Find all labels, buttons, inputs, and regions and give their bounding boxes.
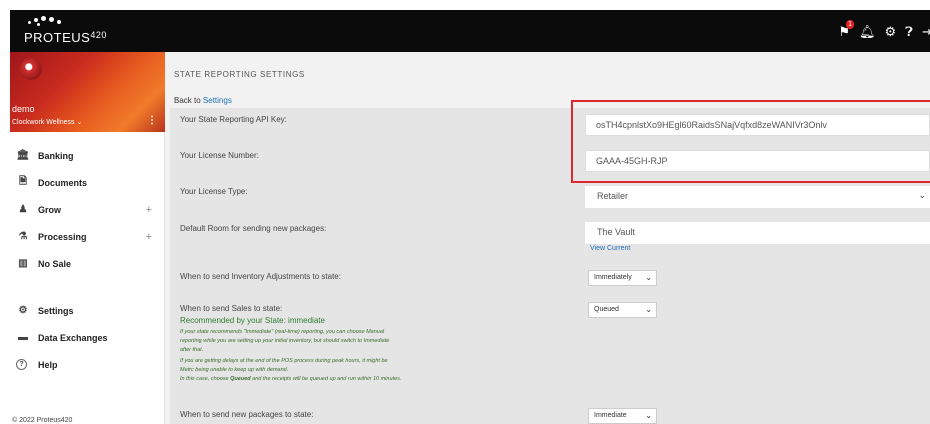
inventory-adjustments-value: Immediately: [594, 274, 632, 281]
chevron-down-icon: ⌄: [645, 411, 652, 420]
license-type-select[interactable]: Retailer ⌄: [585, 186, 930, 208]
exchange-icon: ▬: [18, 332, 28, 343]
sales-select[interactable]: Queued ⌄: [588, 302, 657, 318]
sales-recommendation: Recommended by your State: immediate: [180, 316, 325, 325]
chevron-down-icon: ⌄: [645, 273, 652, 282]
default-room-select[interactable]: The Vault: [585, 222, 930, 244]
profile-menu-icon[interactable]: ⋮: [147, 115, 157, 126]
flag-icon[interactable]: ⚑ 1: [838, 19, 854, 38]
license-number-label: Your License Number:: [180, 151, 259, 160]
sales-label: When to send Sales to state:: [180, 304, 283, 313]
license-type-label: Your License Type:: [180, 187, 248, 196]
sidebar-item-label: Help: [38, 359, 58, 370]
sidebar: demo Clockwork Wellness ⌄ ⋮ 🏛 Banking 🗎 Do…: [10, 52, 165, 424]
avatar[interactable]: [20, 58, 42, 80]
username: demo: [12, 104, 35, 114]
sidebar-item-label: Data Exchanges: [38, 332, 108, 343]
company-selector[interactable]: Clockwork Wellness ⌄: [12, 118, 82, 126]
note-emphasis: Queued: [230, 376, 251, 382]
api-key-label: Your State Reporting API Key:: [180, 115, 287, 124]
no-sale-icon: ▥: [18, 258, 28, 269]
sidebar-item-label: Processing: [38, 231, 87, 242]
chevron-down-icon: ⌄: [918, 190, 926, 200]
sidebar-item-label: No Sale: [38, 258, 72, 269]
note-text: and the receipts will be queued up and r…: [252, 376, 402, 382]
bank-icon: 🏛: [16, 150, 30, 161]
sidebar-item-banking[interactable]: 🏛 Banking: [10, 142, 164, 169]
expand-icon[interactable]: +: [146, 204, 152, 216]
bell-icon[interactable]: 🔔︎: [859, 25, 876, 38]
note-text: In this case, choose: [180, 376, 229, 382]
inventory-adjustments-select[interactable]: Immediately ⌄: [588, 270, 657, 286]
breadcrumb: Back to Settings: [174, 96, 232, 105]
sidebar-item-label: Documents: [38, 177, 88, 188]
sidebar-item-no-sale[interactable]: ▥ No Sale: [10, 250, 164, 277]
back-prefix: Back to: [174, 96, 201, 105]
sales-note-line: Metrc being unable to keep up with deman…: [180, 367, 289, 373]
top-bar: PROTEUS420 ⚑ 1 🔔︎ ⚙ ❓︎ ⇥: [10, 10, 930, 52]
logo-text: PROTEUS420: [24, 30, 107, 45]
grow-icon: ♟: [18, 204, 28, 215]
sales-note-line: reporting while you are setting up your …: [180, 338, 390, 344]
page-title: STATE REPORTING SETTINGS: [174, 70, 305, 79]
sidebar-nav: 🏛 Banking 🗎 Documents ♟ Grow + ⚗ Processing + …: [10, 142, 164, 378]
new-packages-select[interactable]: Immediate ⌄: [588, 408, 657, 424]
profile-banner: demo Clockwork Wellness ⌄ ⋮: [10, 52, 165, 132]
copyright: © 2022 Proteus420: [12, 417, 73, 424]
sales-note-line: after that.: [180, 347, 204, 353]
flask-icon: ⚗: [18, 231, 28, 242]
back-to-settings-link[interactable]: Settings: [203, 96, 232, 105]
proteus420-logo[interactable]: PROTEUS420: [24, 16, 114, 46]
help-icon[interactable]: ❓︎: [905, 25, 913, 38]
sidebar-item-processing[interactable]: ⚗ Processing +: [10, 223, 164, 250]
gear-icon: ⚙: [18, 305, 28, 316]
sales-value: Queued: [594, 306, 619, 313]
view-current-link[interactable]: View Current: [590, 245, 630, 252]
exit-icon[interactable]: ⇥: [922, 25, 930, 38]
sidebar-item-documents[interactable]: 🗎 Documents: [10, 169, 164, 196]
highlight-box: [571, 100, 930, 183]
gear-icon[interactable]: ⚙: [885, 25, 897, 38]
expand-icon[interactable]: +: [146, 231, 152, 243]
sidebar-item-help[interactable]: ? Help: [10, 351, 164, 378]
default-room-label: Default Room for sending new packages:: [180, 224, 327, 233]
help-icon: ?: [16, 359, 27, 370]
sidebar-item-settings[interactable]: ⚙ Settings: [10, 297, 164, 324]
new-packages-value: Immediate: [594, 412, 627, 419]
sidebar-item-label: Banking: [38, 150, 74, 161]
new-packages-label: When to send new packages to state:: [180, 410, 314, 419]
sidebar-item-grow[interactable]: ♟ Grow +: [10, 196, 164, 223]
sidebar-item-data-exchanges[interactable]: ▬ Data Exchanges: [10, 324, 164, 351]
license-type-value: Retailer: [597, 191, 629, 201]
document-icon: 🗎: [18, 176, 28, 187]
sidebar-item-label: Grow: [38, 204, 62, 215]
sales-note-line: In this case, choose Queued and the rece…: [180, 376, 401, 382]
logo-dots: [28, 16, 72, 28]
nav-divider: [10, 277, 164, 297]
notification-badge: 1: [846, 19, 854, 29]
inventory-adjustments-label: When to send Inventory Adjustments to st…: [180, 272, 341, 281]
top-icons: ⚑ 1 🔔︎ ⚙ ❓︎ ⇥: [838, 19, 930, 40]
sales-note-line: If your state recommends "Immediate" (re…: [180, 329, 385, 335]
sales-note-line: If you are getting delays at the end of …: [180, 358, 388, 364]
sidebar-item-label: Settings: [38, 305, 74, 316]
chevron-down-icon: ⌄: [645, 305, 652, 314]
